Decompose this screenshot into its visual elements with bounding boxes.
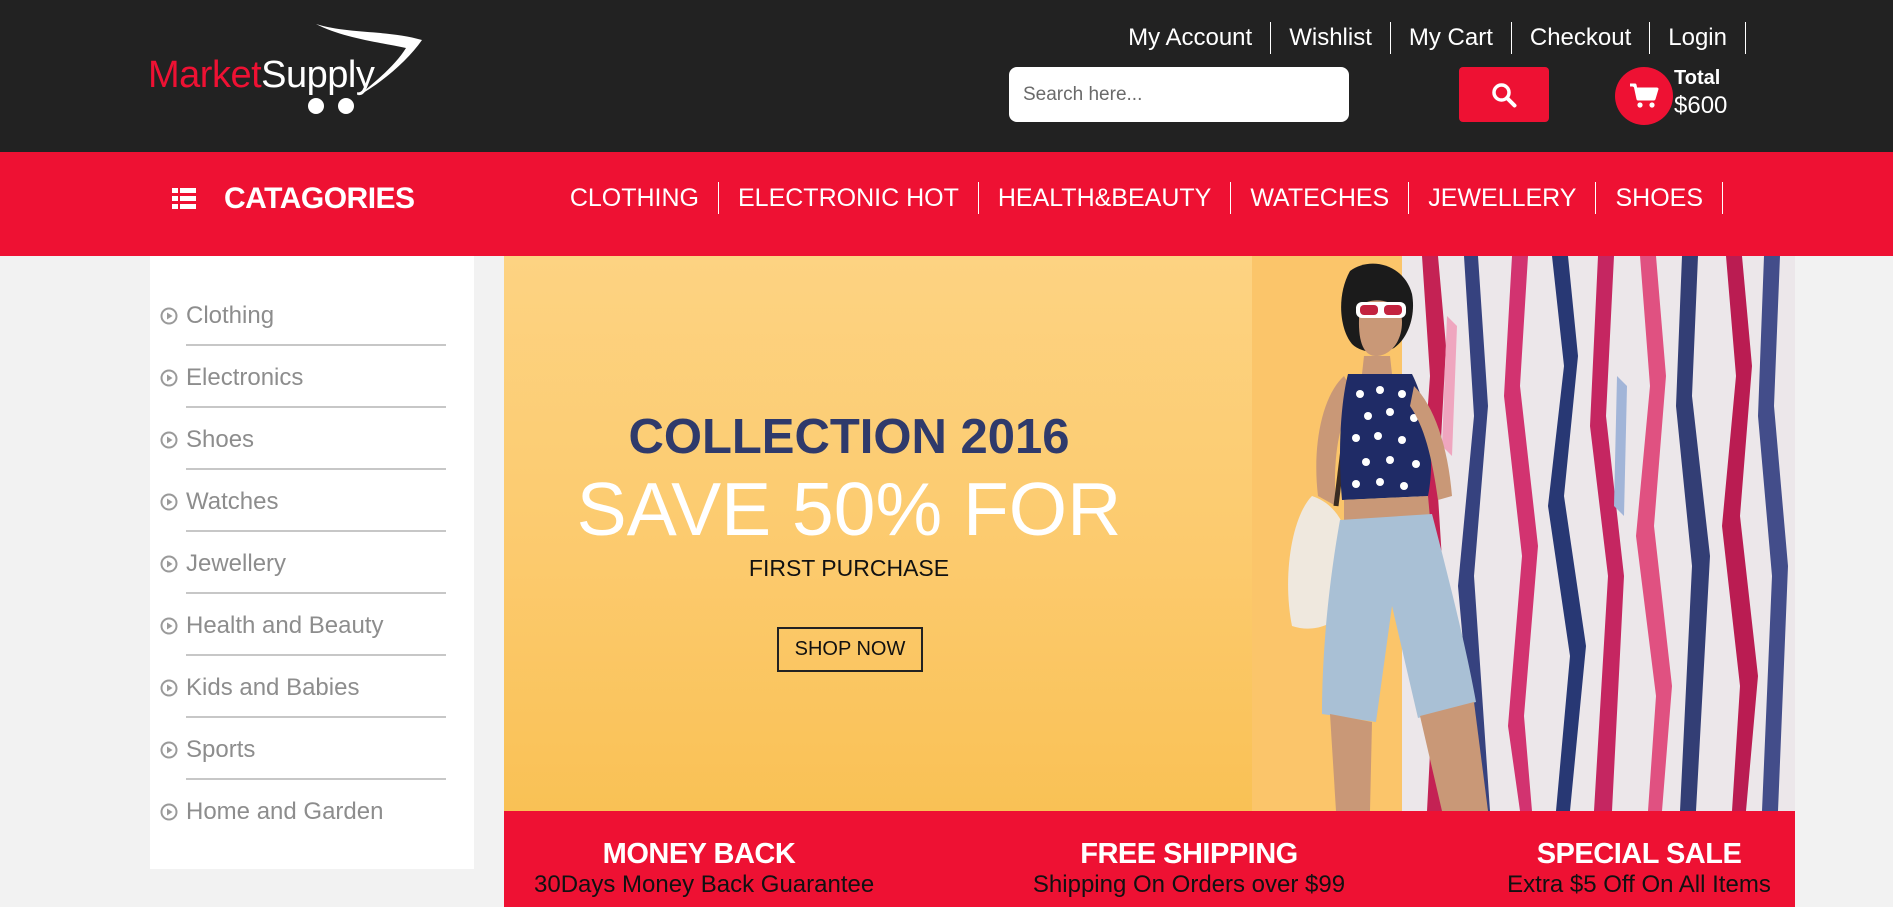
play-circle-icon: [160, 617, 178, 635]
sidebar-item-clothing[interactable]: Clothing: [160, 296, 274, 336]
banner-title: COLLECTION 2016: [628, 410, 1070, 464]
divider: [186, 716, 446, 718]
sidebar-item-health-beauty[interactable]: Health and Beauty: [160, 606, 383, 646]
search-icon: [1492, 82, 1517, 107]
divider: [186, 344, 446, 346]
sidebar-item-label: Sports: [186, 736, 256, 763]
sidebar-item-label: Shoes: [186, 426, 255, 453]
sidebar-item-label: Kids and Babies: [186, 674, 360, 701]
search-button[interactable]: [1459, 67, 1549, 122]
main-navbar: CATAGORIES CLOTHING ELECTRONIC HOT HEALT…: [0, 152, 1893, 256]
cart-logo-icon: [308, 24, 422, 114]
login-link[interactable]: Login: [1650, 22, 1746, 54]
feature-special-sale: SPECIAL SALE Extra $5 Off On All Items: [1494, 838, 1784, 900]
site-header: MarketSupply My Account Wishlist My Cart…: [0, 0, 1893, 152]
sidebar-item-label: Jewellery: [186, 550, 287, 577]
checkout-link[interactable]: Checkout: [1512, 22, 1651, 54]
sidebar-item-watches[interactable]: Watches: [160, 482, 278, 522]
divider: [186, 592, 446, 594]
divider: [186, 406, 446, 408]
sidebar-item-electronics[interactable]: Electronics: [160, 358, 303, 398]
cart-total-value: $600: [1674, 92, 1728, 119]
sidebar-item-shoes[interactable]: Shoes: [160, 420, 254, 460]
my-account-link[interactable]: My Account: [1110, 22, 1272, 54]
cart-total-label: Total: [1674, 67, 1721, 89]
feature-title: FREE SHIPPING: [1080, 838, 1298, 870]
play-circle-icon: [160, 431, 178, 449]
category-sidebar: Clothing Electronics Shoes Watches Jewel…: [150, 256, 474, 869]
my-cart-link[interactable]: My Cart: [1391, 22, 1512, 54]
nav-watches[interactable]: WATECHES: [1231, 182, 1410, 214]
feature-desc: Shipping On Orders over $99: [1032, 870, 1346, 898]
divider: [186, 778, 446, 780]
divider: [186, 654, 446, 656]
nav-clothing[interactable]: CLOTHING: [551, 182, 719, 214]
feature-title: MONEY BACK: [602, 838, 796, 870]
logo[interactable]: MarketSupply: [148, 20, 423, 120]
play-circle-icon: [160, 493, 178, 511]
categories-toggle[interactable]: CATAGORIES: [172, 182, 415, 216]
logo-market: Market: [148, 54, 262, 96]
feature-free-shipping: FREE SHIPPING Shipping On Orders over $9…: [1014, 838, 1364, 900]
cart-button[interactable]: [1615, 67, 1673, 125]
sidebar-item-home-garden[interactable]: Home and Garden: [160, 792, 383, 832]
shopping-cart-icon: [1630, 83, 1659, 108]
feature-title: SPECIAL SALE: [1536, 838, 1742, 870]
hero-banner[interactable]: COLLECTION 2016 SAVE 50% FOR FIRST PURCH…: [504, 256, 1795, 811]
category-nav: CLOTHING ELECTRONIC HOT HEALTH&BEAUTY WA…: [551, 182, 1723, 214]
divider: [186, 530, 446, 532]
sidebar-item-label: Home and Garden: [186, 798, 384, 825]
list-icon: [172, 188, 196, 209]
sidebar-item-sports[interactable]: Sports: [160, 730, 255, 770]
feature-desc: Extra $5 Off On All Items: [1507, 870, 1771, 898]
sidebar-item-jewellery[interactable]: Jewellery: [160, 544, 286, 584]
sidebar-item-label: Clothing: [186, 302, 275, 329]
model-photo: [1252, 256, 1795, 811]
play-circle-icon: [160, 679, 178, 697]
search-input[interactable]: [1009, 67, 1349, 122]
nav-jewellery[interactable]: JEWELLERY: [1409, 182, 1597, 214]
feature-desc: 30Days Money Back Guarantee: [534, 870, 875, 898]
sidebar-item-label: Electronics: [186, 364, 304, 391]
sidebar-item-label: Health and Beauty: [186, 612, 384, 639]
play-circle-icon: [160, 369, 178, 387]
banner-subline: FIRST PURCHASE: [748, 555, 950, 581]
divider: [186, 468, 446, 470]
banner-headline: SAVE 50% FOR: [576, 467, 1122, 551]
play-circle-icon: [160, 307, 178, 325]
sidebar-item-kids-babies[interactable]: Kids and Babies: [160, 668, 359, 708]
nav-electronic-hot[interactable]: ELECTRONIC HOT: [719, 182, 979, 214]
nav-health-beauty[interactable]: HEALTH&BEAUTY: [979, 182, 1232, 214]
play-circle-icon: [160, 741, 178, 759]
categories-label: CATAGORIES: [224, 182, 415, 215]
features-strip: MONEY BACK 30Days Money Back Guarantee F…: [504, 811, 1795, 907]
nav-shoes[interactable]: SHOES: [1596, 182, 1723, 214]
play-circle-icon: [160, 803, 178, 821]
feature-money-back: MONEY BACK 30Days Money Back Guarantee: [534, 838, 875, 900]
wishlist-link[interactable]: Wishlist: [1271, 22, 1391, 54]
shop-now-button[interactable]: SHOP NOW: [777, 627, 923, 672]
top-links: My Account Wishlist My Cart Checkout Log…: [1110, 22, 1746, 54]
sidebar-item-label: Watches: [186, 488, 279, 515]
play-circle-icon: [160, 555, 178, 573]
